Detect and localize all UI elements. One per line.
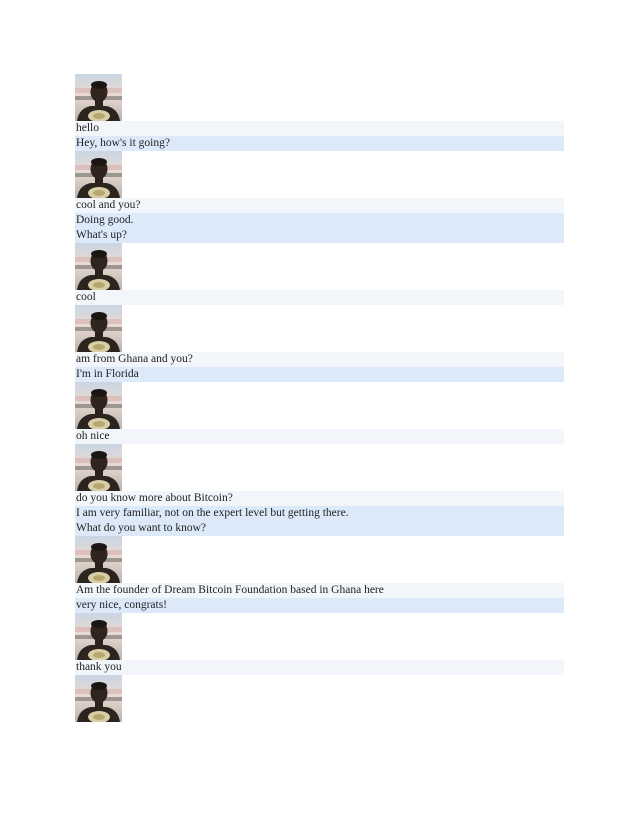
user-avatar bbox=[75, 243, 122, 290]
received-message: am from Ghana and you? bbox=[75, 352, 564, 367]
sent-message-group: Hey, how's it going? bbox=[75, 136, 564, 151]
received-message-group: cool bbox=[75, 290, 564, 305]
received-message: thank you bbox=[75, 660, 564, 675]
user-avatar bbox=[75, 444, 122, 491]
received-message-group: thank you bbox=[75, 660, 564, 675]
sent-message: What's up? bbox=[75, 228, 564, 243]
sent-message: What do you want to know? bbox=[75, 521, 564, 536]
received-message: oh nice bbox=[75, 429, 564, 444]
chat-transcript: hello Hey, how's it going? cool and you? Do… bbox=[75, 74, 564, 722]
user-avatar bbox=[75, 613, 122, 660]
sent-message-group: very nice, congrats! bbox=[75, 598, 564, 613]
user-avatar bbox=[75, 675, 122, 722]
received-message-group: hello bbox=[75, 121, 564, 136]
sent-message-group: Doing good. What's up? bbox=[75, 213, 564, 243]
received-message: cool and you? bbox=[75, 198, 564, 213]
received-message-group: oh nice bbox=[75, 429, 564, 444]
received-message-group: do you know more about Bitcoin? bbox=[75, 491, 564, 506]
sent-message: Doing good. bbox=[75, 213, 564, 228]
received-message: Am the founder of Dream Bitcoin Foundati… bbox=[75, 583, 564, 598]
received-message: do you know more about Bitcoin? bbox=[75, 491, 564, 506]
received-message-group: cool and you? bbox=[75, 198, 564, 213]
received-message-group: am from Ghana and you? bbox=[75, 352, 564, 367]
received-message-group: Am the founder of Dream Bitcoin Foundati… bbox=[75, 583, 564, 598]
user-avatar bbox=[75, 536, 122, 583]
sent-message: Hey, how's it going? bbox=[75, 136, 564, 151]
received-message: cool bbox=[75, 290, 564, 305]
user-avatar bbox=[75, 74, 122, 121]
sent-message: I am very familiar, not on the expert le… bbox=[75, 506, 564, 521]
sent-message: very nice, congrats! bbox=[75, 598, 564, 613]
user-avatar bbox=[75, 382, 122, 429]
received-message: hello bbox=[75, 121, 564, 136]
user-avatar bbox=[75, 151, 122, 198]
sent-message: I'm in Florida bbox=[75, 367, 564, 382]
sent-message-group: I am very familiar, not on the expert le… bbox=[75, 506, 564, 536]
user-avatar bbox=[75, 305, 122, 352]
sent-message-group: I'm in Florida bbox=[75, 367, 564, 382]
